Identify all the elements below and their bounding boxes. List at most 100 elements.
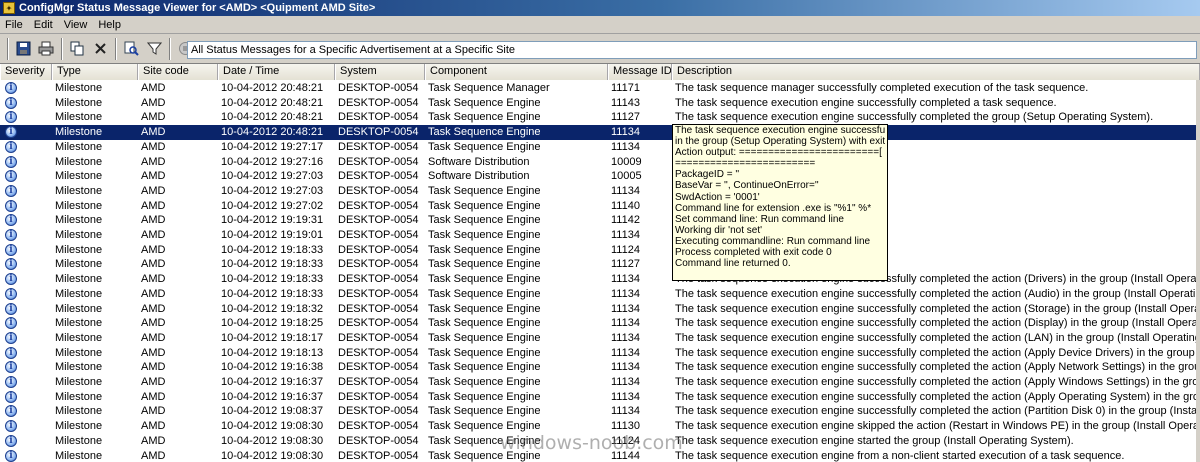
table-row[interactable]: i Milestone AMD 10-04-2012 19:27:02 DESKTOP-…	[0, 199, 1200, 214]
table-row[interactable]: i Milestone AMD 10-04-2012 19:08:37 DESKTOP-…	[0, 404, 1200, 419]
table-row[interactable]: i Milestone AMD 10-04-2012 19:16:37 DESKTOP-…	[0, 375, 1200, 390]
column-header-site-code[interactable]: Site code	[138, 64, 218, 80]
type-cell: Milestone	[55, 376, 103, 388]
tooltip-line: ========================	[675, 158, 816, 170]
system-cell: DESKTOP-0054	[338, 302, 419, 315]
table-row[interactable]: i Milestone AMD 10-04-2012 19:27:16 DESKTOP-…	[0, 155, 1200, 170]
type-cell: Milestone	[55, 390, 103, 403]
type-cell: Milestone	[55, 96, 103, 109]
column-header-message-id[interactable]: Message ID	[608, 64, 672, 80]
description-cell: The task sequence execution engine succe…	[675, 405, 1200, 418]
date-time-cell: 10-04-2012 19:08:30	[221, 420, 324, 433]
type-cell: Milestone	[55, 170, 103, 183]
information-icon: i	[5, 96, 17, 109]
type-cell: Milestone	[55, 229, 103, 241]
table-row[interactable]: i Milestone AMD 10-04-2012 19:27:03 DESKTOP-…	[0, 169, 1200, 184]
message-id-cell: 11140	[611, 199, 640, 212]
type-cell: Milestone	[55, 111, 103, 124]
site-code-cell: AMD	[141, 317, 166, 330]
information-icon: i	[5, 376, 17, 388]
column-header-date-time[interactable]: Date / Time	[218, 64, 335, 80]
component-cell: Task Sequence Engine	[428, 214, 541, 227]
vertical-scrollbar[interactable]	[1196, 80, 1200, 462]
table-row[interactable]: i Milestone AMD 10-04-2012 19:27:03 DESKTOP-…	[0, 184, 1200, 199]
copy-icon[interactable]	[66, 38, 88, 60]
table-row[interactable]: i Milestone AMD 10-04-2012 19:18:33 DESKTOP-…	[0, 243, 1200, 258]
save-icon[interactable]	[12, 38, 34, 60]
system-cell: DESKTOP-0054	[338, 317, 419, 330]
table-row[interactable]: i Milestone AMD 10-04-2012 20:48:21 DESKTOP-…	[0, 110, 1200, 125]
table-row[interactable]: i Milestone AMD 10-04-2012 20:48:21 DESKTOP-…	[0, 81, 1200, 96]
information-icon: i	[5, 184, 17, 197]
date-time-cell: 10-04-2012 20:48:21	[221, 82, 324, 94]
information-icon: i	[5, 434, 17, 447]
description-cell: The task sequence manager successfully c…	[675, 82, 1089, 94]
site-code-cell: AMD	[141, 420, 166, 433]
description-cell: The task sequence execution engine succe…	[675, 302, 1200, 315]
menu-file[interactable]: File	[0, 19, 29, 31]
component-cell: Task Sequence Engine	[428, 111, 541, 124]
component-cell: Task Sequence Engine	[428, 140, 541, 153]
menu-view[interactable]: View	[59, 19, 94, 31]
component-cell: Task Sequence Engine	[428, 229, 541, 241]
information-icon: i	[5, 258, 17, 271]
component-cell: Task Sequence Engine	[428, 405, 541, 418]
toolbar-separator	[7, 37, 9, 60]
table-row[interactable]: i Milestone AMD 10-04-2012 19:18:17 DESKTOP-…	[0, 331, 1200, 346]
column-header-description[interactable]: Description	[672, 64, 1200, 80]
system-cell: DESKTOP-0054	[338, 184, 419, 197]
column-header-type[interactable]: Type	[52, 64, 138, 80]
type-cell: Milestone	[55, 243, 103, 256]
date-time-cell: 10-04-2012 19:08:37	[221, 405, 324, 418]
component-cell: Software Distribution	[428, 170, 530, 183]
system-cell: DESKTOP-0054	[338, 390, 419, 403]
filter-icon[interactable]	[143, 38, 165, 60]
message-id-cell: 10009	[611, 155, 642, 168]
menu-edit[interactable]: Edit	[29, 19, 59, 31]
table-row[interactable]: i Milestone AMD 10-04-2012 19:18:33 DESKTOP-…	[0, 287, 1200, 302]
description-cell: The task sequence execution engine succe…	[675, 361, 1200, 374]
toolbar-separator	[115, 37, 117, 60]
type-cell: Milestone	[55, 405, 103, 418]
date-time-cell: 10-04-2012 19:27:17	[221, 140, 324, 153]
table-row[interactable]: i Milestone AMD 10-04-2012 20:48:21 DESKTOP-…	[0, 96, 1200, 111]
date-time-cell: 10-04-2012 19:27:02	[221, 199, 324, 212]
table-row-selected[interactable]: i Milestone AMD 10-04-2012 20:48:21 DESKTOP-…	[0, 125, 1200, 140]
status-message-list[interactable]: Severity Type Site code Date / Time Syst…	[0, 64, 1200, 462]
component-cell: Software Distribution	[428, 155, 530, 168]
window-title: ConfigMgr Status Message Viewer for <AMD…	[19, 2, 376, 14]
query-description-field[interactable]: All Status Messages for a Specific Adver…	[187, 41, 1197, 59]
date-time-cell: 10-04-2012 19:18:25	[221, 317, 324, 330]
table-row[interactable]: i Milestone AMD 10-04-2012 19:19:31 DESKTOP-…	[0, 213, 1200, 228]
system-cell: DESKTOP-0054	[338, 82, 419, 94]
table-row[interactable]: i Milestone AMD 10-04-2012 19:18:32 DESKTOP-…	[0, 302, 1200, 317]
menu-help[interactable]: Help	[93, 19, 127, 31]
delete-icon[interactable]	[89, 38, 111, 60]
site-code-cell: AMD	[141, 96, 166, 109]
table-row[interactable]: i Milestone AMD 10-04-2012 19:16:38 DESKTOP-…	[0, 360, 1200, 375]
find-icon[interactable]	[120, 38, 142, 60]
type-cell: Milestone	[55, 317, 103, 330]
column-header-severity[interactable]: Severity	[0, 64, 52, 80]
table-row[interactable]: i Milestone AMD 10-04-2012 19:18:33 DESKTOP-…	[0, 257, 1200, 272]
column-header-system[interactable]: System	[335, 64, 425, 80]
type-cell: Milestone	[55, 302, 103, 315]
type-cell: Milestone	[55, 184, 103, 197]
component-cell: Task Sequence Engine	[428, 346, 541, 359]
print-icon[interactable]	[35, 38, 57, 60]
type-cell: Milestone	[55, 449, 103, 462]
site-code-cell: AMD	[141, 405, 166, 418]
table-row[interactable]: i Milestone AMD 10-04-2012 19:19:01 DESKTOP-…	[0, 228, 1200, 243]
information-icon: i	[5, 302, 17, 315]
column-header-component[interactable]: Component	[425, 64, 608, 80]
table-row[interactable]: i Milestone AMD 10-04-2012 19:18:33 DESKTOP-…	[0, 272, 1200, 287]
site-code-cell: AMD	[141, 273, 166, 286]
table-row[interactable]: i Milestone AMD 10-04-2012 19:18:13 DESKTOP-…	[0, 346, 1200, 361]
message-id-cell: 11134	[611, 346, 640, 359]
table-row[interactable]: i Milestone AMD 10-04-2012 19:18:25 DESKTOP-…	[0, 316, 1200, 331]
table-row[interactable]: i Milestone AMD 10-04-2012 19:16:37 DESKTOP-…	[0, 390, 1200, 405]
description-tooltip: The task sequence execution engine succe…	[672, 124, 888, 281]
system-cell: DESKTOP-0054	[338, 96, 419, 109]
type-cell: Milestone	[55, 126, 103, 139]
table-row[interactable]: i Milestone AMD 10-04-2012 19:27:17 DESKTOP-…	[0, 140, 1200, 155]
